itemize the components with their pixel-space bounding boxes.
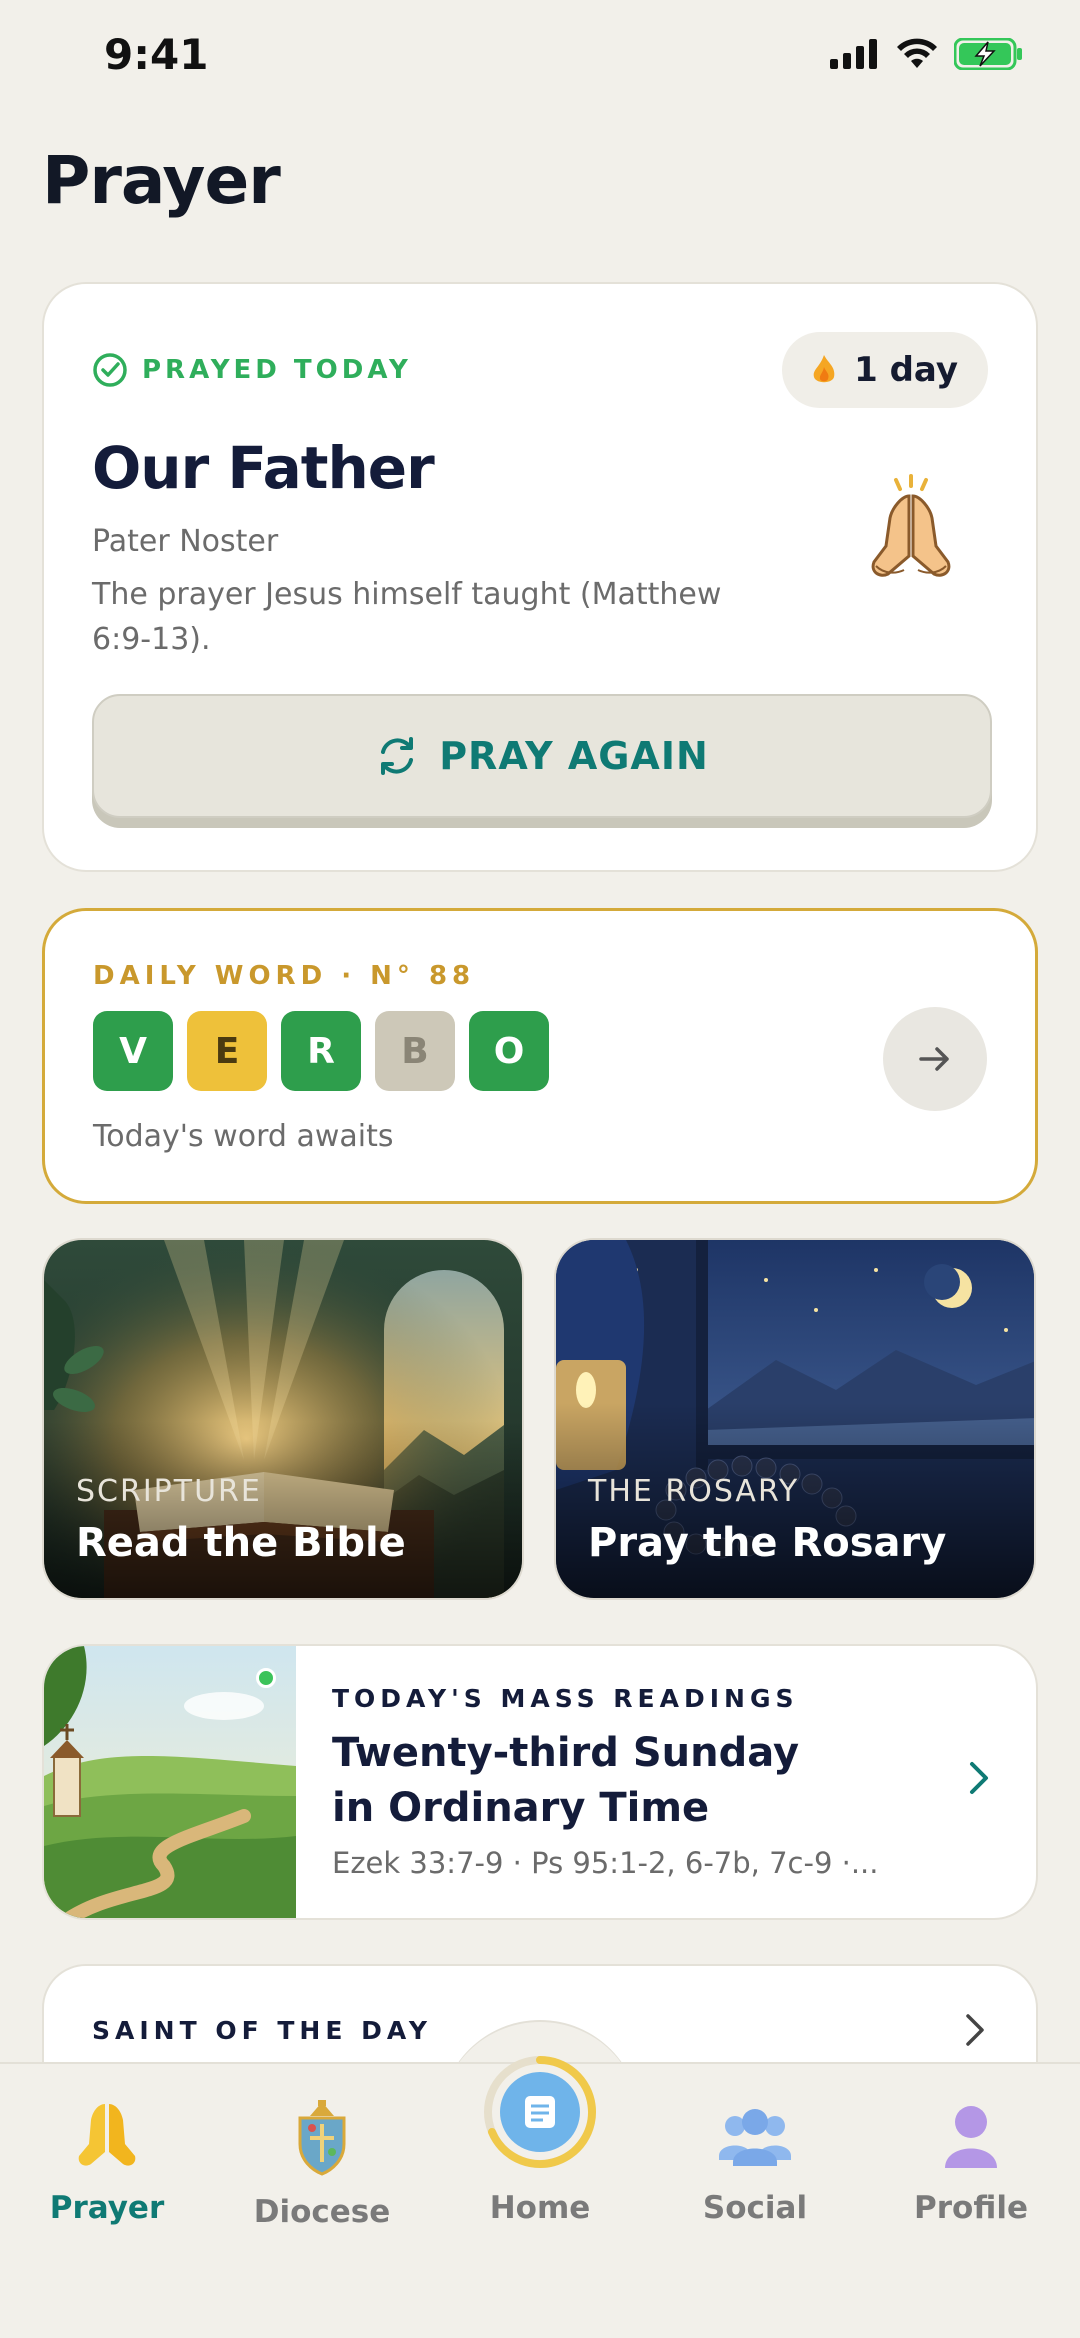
word-tile: V [93, 1011, 173, 1091]
bible-card-title: Read the Bible [76, 1520, 406, 1566]
word-tile: B [375, 1011, 455, 1091]
bible-card-kicker: SCRIPTURE [76, 1474, 262, 1509]
praying-hands-icon [871, 474, 951, 577]
mass-readings-title: Twenty-third Sunday in Ordinary Time [332, 1730, 800, 1831]
status-icons [830, 38, 1024, 70]
prayer-subtitle: Pater Noster [92, 524, 279, 559]
prayer-title: Our Father [92, 434, 435, 502]
word-tile: R [281, 1011, 361, 1091]
chevron-right-icon [966, 2014, 984, 2046]
read-bible-card[interactable]: SCRIPTURE Read the Bible [42, 1238, 524, 1600]
tab-label: Home [489, 2190, 591, 2226]
pray-again-button[interactable]: PRAY AGAIN [92, 694, 992, 818]
rosary-card-kicker: THE ROSARY [588, 1474, 800, 1509]
pray-rosary-card[interactable]: THE ROSARY Pray the Rosary [554, 1238, 1036, 1600]
daily-word-heading: DAILY WORD · N° 88 [93, 961, 476, 991]
tab-label: Profile [914, 2190, 1028, 2226]
tab-home[interactable]: Home [440, 2052, 640, 2226]
arrow-right-icon [919, 1047, 949, 1071]
status-bar: 9:41 [0, 0, 1080, 120]
signal-icon [830, 39, 877, 69]
prayer-description: The prayer Jesus himself taught (Matthew… [92, 577, 722, 657]
home-progress-icon [484, 2056, 596, 2168]
mass-readings-kicker: TODAY'S MASS READINGS [332, 1684, 799, 1713]
mass-readings-card[interactable]: TODAY'S MASS READINGS Twenty-third Sunda… [42, 1644, 1038, 1920]
page-title: Prayer [42, 142, 281, 219]
tab-label: Social [702, 2190, 808, 2226]
daily-word-open-button[interactable] [883, 1007, 987, 1111]
mass-readings-illustration [44, 1646, 296, 1918]
prayed-today-label: PRAYED TODAY [142, 355, 412, 385]
word-tiles: V E R B O [93, 1011, 549, 1091]
flame-icon [813, 355, 835, 383]
streak-badge: 1 day [782, 332, 988, 408]
tab-diocese[interactable]: Diocese [222, 2100, 422, 2230]
tab-profile[interactable]: Profile [871, 2100, 1071, 2226]
tab-social[interactable]: Social [655, 2100, 855, 2226]
daily-word-subtitle: Today's word awaits [93, 1119, 394, 1154]
check-circle-icon [93, 353, 127, 387]
profile-person-icon [945, 2106, 997, 2168]
mass-readings-references: Ezek 33:7-9 · Ps 95:1-2, 6-7b, 7c-9 ·... [332, 1846, 879, 1880]
rosary-card-title: Pray the Rosary [588, 1520, 947, 1566]
pray-again-label: PRAY AGAIN [439, 734, 709, 778]
refresh-icon [381, 737, 414, 775]
battery-charging-icon [954, 38, 1022, 70]
tab-prayer[interactable]: Prayer [7, 2100, 207, 2226]
new-indicator-dot [256, 1668, 276, 1688]
saint-of-the-day-label: SAINT OF THE DAY [92, 2016, 432, 2045]
praying-hands-icon [78, 2104, 136, 2166]
prayer-card[interactable]: PRAYED TODAY 1 day Our Father Pater Nost… [42, 282, 1038, 872]
prayed-today-status: PRAYED TODAY [92, 352, 412, 388]
daily-word-card[interactable]: DAILY WORD · N° 88 V E R B O Today's wor… [42, 908, 1038, 1204]
word-tile: E [187, 1011, 267, 1091]
word-tile: O [469, 1011, 549, 1091]
streak-count: 1 day [854, 350, 958, 390]
chevron-right-icon [970, 1762, 988, 1794]
wifi-icon [897, 38, 937, 68]
tab-label: Diocese [253, 2194, 391, 2230]
tab-label: Prayer [49, 2190, 165, 2226]
people-group-icon [719, 2109, 791, 2166]
status-time: 9:41 [104, 30, 209, 79]
diocese-crest-icon [298, 2100, 346, 2176]
